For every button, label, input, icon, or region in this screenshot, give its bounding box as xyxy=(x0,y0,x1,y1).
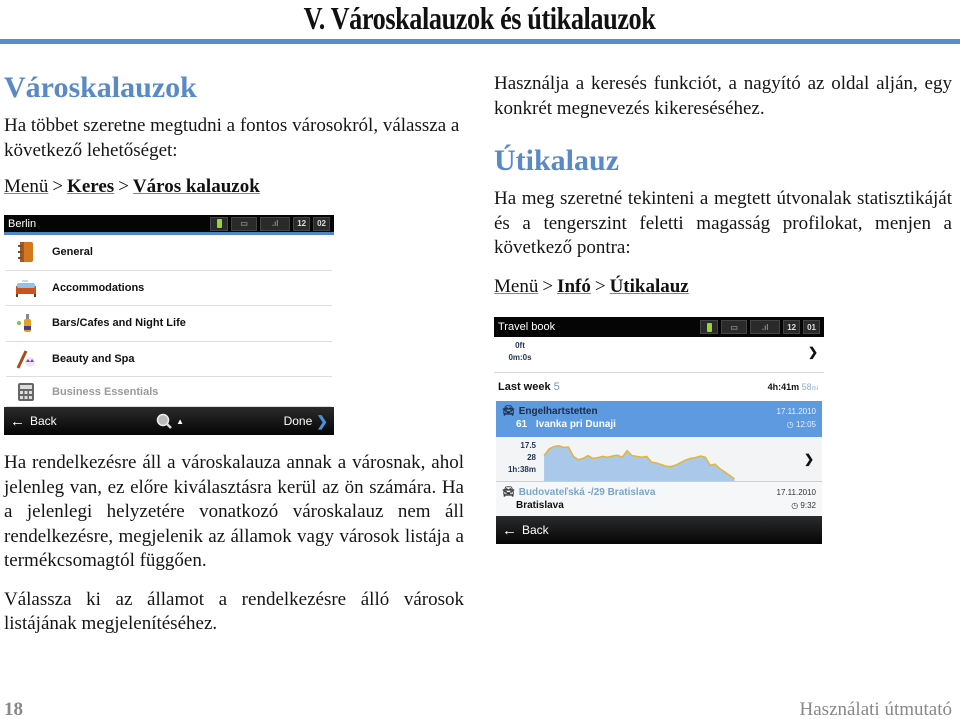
menu-path-travel-guide: Menü > Infó > Útikalauz xyxy=(494,275,689,297)
trip-row[interactable]: 🚘︎ Budovateľská -/29 Bratislava Bratisla… xyxy=(496,482,822,516)
clock-minutes: 02 xyxy=(313,216,330,231)
travel-guide-intro: Ha meg szeretné tekinteni a megtett útvo… xyxy=(494,188,952,258)
menu-path-city-guides: Menü > Keres > Város kalauzok xyxy=(4,176,260,197)
page-title: V. Városkalauzok és útikalauzok xyxy=(304,0,656,36)
page-number: 18 xyxy=(4,699,23,719)
svg-text:zzz: zzz xyxy=(22,278,28,283)
arrow-left-icon: ← xyxy=(502,521,517,539)
trip-to: Bratislava xyxy=(516,500,564,511)
trip-header[interactable]: 🚘︎ Engelhartstetten 61 Ivanka pri Dunaji… xyxy=(496,401,822,437)
clock-icon: ◷ xyxy=(786,420,794,429)
list-item-business-essentials[interactable]: Business Essentials xyxy=(6,377,332,407)
caret-up-icon: ▲ xyxy=(176,416,185,426)
path-menu-link[interactable]: Menü xyxy=(4,176,48,197)
city-guide-availability-text: Ha rendelkezésre áll a városkalauza anna… xyxy=(4,452,464,571)
list-item-beauty-spa[interactable]: Beauty and Spa xyxy=(6,342,332,377)
travel-bottom-bar: ← Back xyxy=(496,516,822,544)
status-bar: Travel book ▭ .ıl 12 01 xyxy=(494,317,824,337)
screen-title: Travel book xyxy=(498,321,556,333)
address-book-icon xyxy=(6,241,46,263)
last-week-label: Last week xyxy=(498,381,551,393)
travel-guide-section: Használja a keresés funkciót, a nagyító … xyxy=(494,72,952,299)
title-rule xyxy=(0,39,960,44)
last-week-count: 5 xyxy=(553,381,560,393)
trip-from: Engelhartstetten xyxy=(518,406,598,417)
back-button[interactable]: ← Back xyxy=(10,413,57,430)
car-icon: 🚘︎ xyxy=(502,406,515,417)
trip-elevation-row[interactable]: 17.5 28 1h:38m ❯ xyxy=(496,437,822,482)
chevron-right-icon: ❯ xyxy=(316,412,328,429)
elevation-area xyxy=(544,445,735,481)
status-bar: Berlin ▭ .ıl 12 02 xyxy=(4,215,334,235)
list-item-accommodations[interactable]: zzz Accommodations xyxy=(6,271,332,306)
clock-hours: 12 xyxy=(293,216,311,231)
chevron-right-icon: ❯ xyxy=(803,452,815,466)
last-week-row: Last week 5 4h:41m 58mi xyxy=(494,373,824,401)
path-search-link[interactable]: Keres xyxy=(67,176,114,197)
trip-to: Ivanka pri Dunaji xyxy=(535,419,616,430)
list-item-general[interactable]: General xyxy=(6,235,332,271)
last-week-distance: 58mi xyxy=(801,382,818,392)
clock-icon: ◷ xyxy=(791,501,799,510)
trip-date: 17.11.2010 xyxy=(776,488,816,497)
done-button[interactable]: Done ❯ xyxy=(284,413,328,430)
calculator-icon xyxy=(6,382,46,401)
list-item-bars-cafes[interactable]: Bars/Cafes and Night Life xyxy=(6,306,332,342)
battery-icon xyxy=(700,320,719,334)
trip-distance: 17.5 xyxy=(520,441,536,450)
city-guides-intro: Ha többet szeretne megtudni a fontos vár… xyxy=(4,115,460,161)
clock-minutes: 01 xyxy=(803,320,820,334)
car-icon: 🚘︎ xyxy=(502,487,515,498)
city-guide-screenshot: Berlin ▭ .ıl 12 02 General zzz Accommoda… xyxy=(4,215,334,437)
drinks-icon xyxy=(6,312,46,334)
arrow-left-icon: ← xyxy=(10,412,25,430)
bed-icon: zzz xyxy=(6,278,46,298)
clock-hours: 12 xyxy=(783,320,801,334)
search-hint-text: Használja a keresés funkciót, a nagyító … xyxy=(494,73,952,119)
trip-from: Budovateľská -/29 Bratislava xyxy=(518,487,656,498)
select-state-text: Válassza ki az államot a rendelkezésre á… xyxy=(4,588,464,635)
trip-elevation: 28 xyxy=(527,453,536,462)
city-bottom-bar: ← Back ▲ Done ❯ xyxy=(4,407,334,435)
trip-time: 12:05 xyxy=(795,420,816,429)
signal-icon: .ıl xyxy=(750,320,781,334)
trip-index: 61 xyxy=(516,419,528,430)
footer-title: Használati útmutató xyxy=(799,699,952,719)
trip-duration: 1h:38m xyxy=(507,465,536,474)
path-info-link[interactable]: Infó xyxy=(557,276,591,297)
trip-date: 17.11.2010 xyxy=(776,407,816,416)
city-guides-heading: Városkalauzok xyxy=(4,71,197,104)
current-trip-row[interactable]: 0ft 0m:0s ❯ xyxy=(494,337,824,373)
city-guides-details: Ha rendelkezésre áll a városkalauza anna… xyxy=(4,451,464,637)
spa-icon xyxy=(6,348,46,370)
current-duration: 0m:0s xyxy=(508,353,532,362)
screen-title: Berlin xyxy=(8,217,37,230)
magnifier-icon xyxy=(156,413,173,429)
battery-icon xyxy=(210,216,229,231)
travel-book-screenshot: Travel book ▭ .ıl 12 01 0ft 0m:0s ❯ Last… xyxy=(494,317,824,544)
chevron-right-icon: ❯ xyxy=(807,345,818,359)
back-button[interactable]: ← Back xyxy=(502,522,549,539)
trip-time: 9:32 xyxy=(800,501,816,510)
last-week-duration: 4h:41m xyxy=(767,382,800,392)
elevation-profile-chart xyxy=(543,444,736,481)
signal-icon: .ıl xyxy=(260,216,291,231)
current-distance: 0ft xyxy=(515,341,525,350)
travel-guide-heading: Útikalauz xyxy=(494,144,620,177)
path-menu-link[interactable]: Menü xyxy=(494,276,538,297)
gps-icon: ▭ xyxy=(231,216,258,231)
search-button[interactable]: ▲ xyxy=(57,413,284,429)
path-travel-guide-link[interactable]: Útikalauz xyxy=(610,276,689,297)
path-city-guides-link[interactable]: Város kalauzok xyxy=(133,176,260,197)
gps-icon: ▭ xyxy=(721,320,748,334)
city-guides-section: Városkalauzok Ha többet szeretne megtudn… xyxy=(4,70,464,199)
